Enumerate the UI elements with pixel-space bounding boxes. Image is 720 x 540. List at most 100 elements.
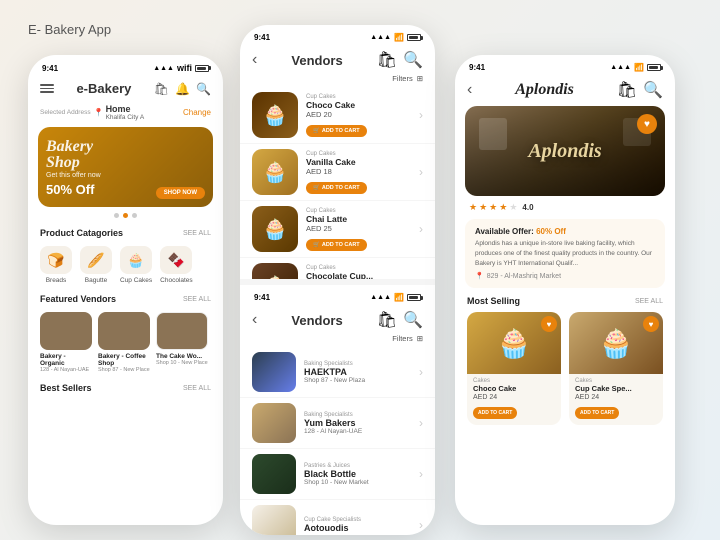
signal-icon-3: ▲▲▲ — [610, 64, 631, 71]
offer-desc: Aplondis has a unique in-store live baki… — [475, 239, 655, 268]
cake-item-1[interactable]: 🧁 Cup Cakes Choco Cake AED 20 🛒ADD TO CA… — [240, 87, 435, 144]
chevron-3: › — [419, 222, 423, 236]
hamburger-menu[interactable] — [40, 84, 54, 93]
search-icon-2b[interactable]: 🔍 — [403, 310, 423, 330]
most-selling-title: Most Selling — [467, 296, 520, 306]
bagutte-icon: 🥖 — [80, 246, 112, 274]
cake-item-2[interactable]: 🧁 Cup Cakes Vanilla Cake AED 18 🛒ADD TO … — [240, 144, 435, 201]
status-icons-2a: ▲▲▲ 📶 — [370, 33, 421, 42]
search-icon-2a[interactable]: 🔍 — [403, 50, 423, 70]
most-selling-see-all[interactable]: SEE ALL — [635, 298, 663, 305]
cupcakes-icon: 🧁 — [120, 246, 152, 274]
vendor-card-1[interactable]: Bakery - Organic 128 - Al Nayan-UAE — [40, 312, 92, 373]
vendor-info-b4: Cup Cake Specialists Aotouodis — [304, 517, 411, 533]
sell-card-1[interactable]: 🧁 ♥ Cakes Choco Cake AED 24 ADD TO CART — [467, 312, 561, 425]
location-pin-3: 📍 — [475, 272, 484, 280]
wifi-icon-1: wifi — [177, 63, 192, 73]
vendors-title: Featured Vendors — [40, 294, 116, 304]
filters-bar-2b: Filters ⊞ — [240, 334, 435, 347]
address-bar: Selected Address 📍 Home Khalifa City A C… — [28, 102, 223, 127]
vendor-item-4[interactable]: Cup Cake Specialists Aotouodis › — [240, 500, 435, 535]
chevron-1: › — [419, 108, 423, 122]
time-2b: 9:41 — [254, 293, 270, 302]
categories-header: Product Catagories SEE ALL — [28, 224, 223, 242]
vendor-info-b3: Pastries & Juices Black Bottle Shop 10 -… — [304, 463, 411, 486]
header-icons-2a: 🛍 🔍 — [377, 50, 423, 70]
status-icons-3: ▲▲▲ 📶 — [610, 63, 661, 72]
header-2b: ‹ Vendors 🛍 🔍 — [240, 306, 435, 334]
filters-label-2b[interactable]: Filters — [392, 334, 412, 343]
cart-icon-3[interactable]: 🛍 — [617, 80, 637, 100]
sell-cart-btn-1[interactable]: ADD TO CART — [473, 407, 517, 419]
vendor-item-2[interactable]: Baking Specialists Yum Bakers 128 - Al N… — [240, 398, 435, 449]
cart-icon-2a[interactable]: 🛍 — [377, 50, 397, 70]
brand-name-1: e-Bakery — [76, 81, 131, 96]
vendor-chevron-3: › — [419, 467, 423, 481]
location-info: Selected Address 📍 Home Khalifa City A — [40, 104, 144, 121]
vendors-section: 9:41 ▲▲▲ 📶 ‹ Vendors 🛍 🔍 Filters ⊞ — [240, 285, 435, 535]
category-bagutte[interactable]: 🥖 Bagutte — [80, 246, 112, 284]
back-btn-2a[interactable]: ‹ — [252, 51, 257, 69]
vendor-thumb-1 — [252, 352, 296, 392]
vendor-item-1[interactable]: Baking Specialists HAEKTPA Shop 87 - New… — [240, 347, 435, 398]
cake-item-3[interactable]: 🧁 Cup Cakes Chai Latte AED 25 🛒ADD TO CA… — [240, 201, 435, 258]
back-btn-2b[interactable]: ‹ — [252, 311, 257, 329]
cart-icon-2b[interactable]: 🛍 — [377, 310, 397, 330]
filters-label-2a[interactable]: Filters — [392, 74, 412, 83]
cart-icon-1[interactable]: 🛍 — [154, 82, 169, 96]
battery-icon-1 — [195, 65, 209, 72]
vendor-img-1 — [40, 312, 92, 350]
promo-banner[interactable]: BakeryShop Get this offer now 50% Off SH… — [38, 127, 213, 207]
signal-icon-2b: ▲▲▲ — [370, 294, 391, 301]
title-2b: Vendors — [291, 313, 342, 328]
category-cupcakes[interactable]: 🧁 Cup Cakes — [120, 246, 152, 284]
vendor-name-3: The Cake Wo... — [156, 353, 208, 360]
best-sellers-header: Best Sellers SEE ALL — [28, 379, 223, 397]
signal-icon-1: ▲▲▲ — [153, 65, 174, 72]
cake-item-4[interactable]: 🧁 Cup Cakes Chocolate Cup... AED 18 🛒ADD… — [240, 258, 435, 285]
categories-list: 🍞 Breads 🥖 Bagutte 🧁 Cup Cakes 🍫 Chocola… — [28, 242, 223, 290]
best-sellers-see-all[interactable]: SEE ALL — [183, 385, 211, 392]
categories-see-all[interactable]: SEE ALL — [183, 230, 211, 237]
back-btn-3[interactable]: ‹ — [467, 81, 472, 99]
cake-info-2: Cup Cakes Vanilla Cake AED 18 🛒ADD TO CA… — [306, 151, 411, 194]
phone-screen-3: 9:41 ▲▲▲ 📶 ‹ Aplondis 🛍 🔍 Aplondis ♥ ★ ★… — [455, 55, 675, 525]
category-chocolates[interactable]: 🍫 Chocolates — [160, 246, 193, 284]
vendor-item-3[interactable]: Pastries & Juices Black Bottle Shop 10 -… — [240, 449, 435, 500]
vendor-card-2[interactable]: Bakery - Coffee Shop Shop 87 - New Place — [98, 312, 150, 373]
sell-img-2: 🧁 ♥ — [569, 312, 663, 374]
brand-name-3: Aplondis — [515, 81, 574, 99]
category-breads[interactable]: 🍞 Breads — [40, 246, 72, 284]
wifi-icon-2a: 📶 — [394, 33, 404, 42]
search-icon-1[interactable]: 🔍 — [196, 82, 211, 96]
add-cart-btn-2[interactable]: 🛒ADD TO CART — [306, 182, 367, 194]
vendor-info-b2: Baking Specialists Yum Bakers 128 - Al N… — [304, 412, 411, 435]
add-cart-btn-1[interactable]: 🛒ADD TO CART — [306, 125, 367, 137]
bell-icon-1[interactable]: 🔔 — [175, 82, 190, 96]
sell-cart-btn-2[interactable]: ADD TO CART — [575, 407, 619, 419]
cake-img-4: 🧁 — [252, 263, 298, 285]
cake-info-3: Cup Cakes Chai Latte AED 25 🛒ADD TO CART — [306, 208, 411, 251]
vendors-see-all[interactable]: SEE ALL — [183, 296, 211, 303]
sell-fav-1[interactable]: ♥ — [541, 316, 557, 332]
sell-fav-2[interactable]: ♥ — [643, 316, 659, 332]
deco-door — [479, 118, 507, 150]
vendor-name-2: Bakery - Coffee Shop — [98, 353, 150, 367]
favorite-btn-3[interactable]: ♥ — [637, 114, 657, 134]
cake-img-1: 🧁 — [252, 92, 298, 138]
star-5: ★ — [509, 202, 517, 213]
header-3: ‹ Aplondis 🛍 🔍 — [455, 76, 675, 106]
change-address-btn[interactable]: Change — [183, 108, 211, 117]
cake-img-3: 🧁 — [252, 206, 298, 252]
cake-info-4: Cup Cakes Chocolate Cup... AED 18 🛒ADD T… — [306, 265, 411, 286]
vendor-img-2 — [98, 312, 150, 350]
vendor-sub-2: Shop 87 - New Place — [98, 367, 150, 373]
filters-bar-2a: Filters ⊞ — [240, 74, 435, 87]
chevron-2: › — [419, 165, 423, 179]
cake-img-2: 🧁 — [252, 149, 298, 195]
sell-card-2[interactable]: 🧁 ♥ Cakes Cup Cake Spe... AED 24 ADD TO … — [569, 312, 663, 425]
add-cart-btn-3[interactable]: 🛒ADD TO CART — [306, 239, 367, 251]
search-icon-3[interactable]: 🔍 — [643, 80, 663, 100]
vendor-card-3[interactable]: The Cake Wo... Shop 10 - New Place — [156, 312, 208, 373]
shop-now-btn[interactable]: SHOP NOW — [156, 187, 205, 199]
